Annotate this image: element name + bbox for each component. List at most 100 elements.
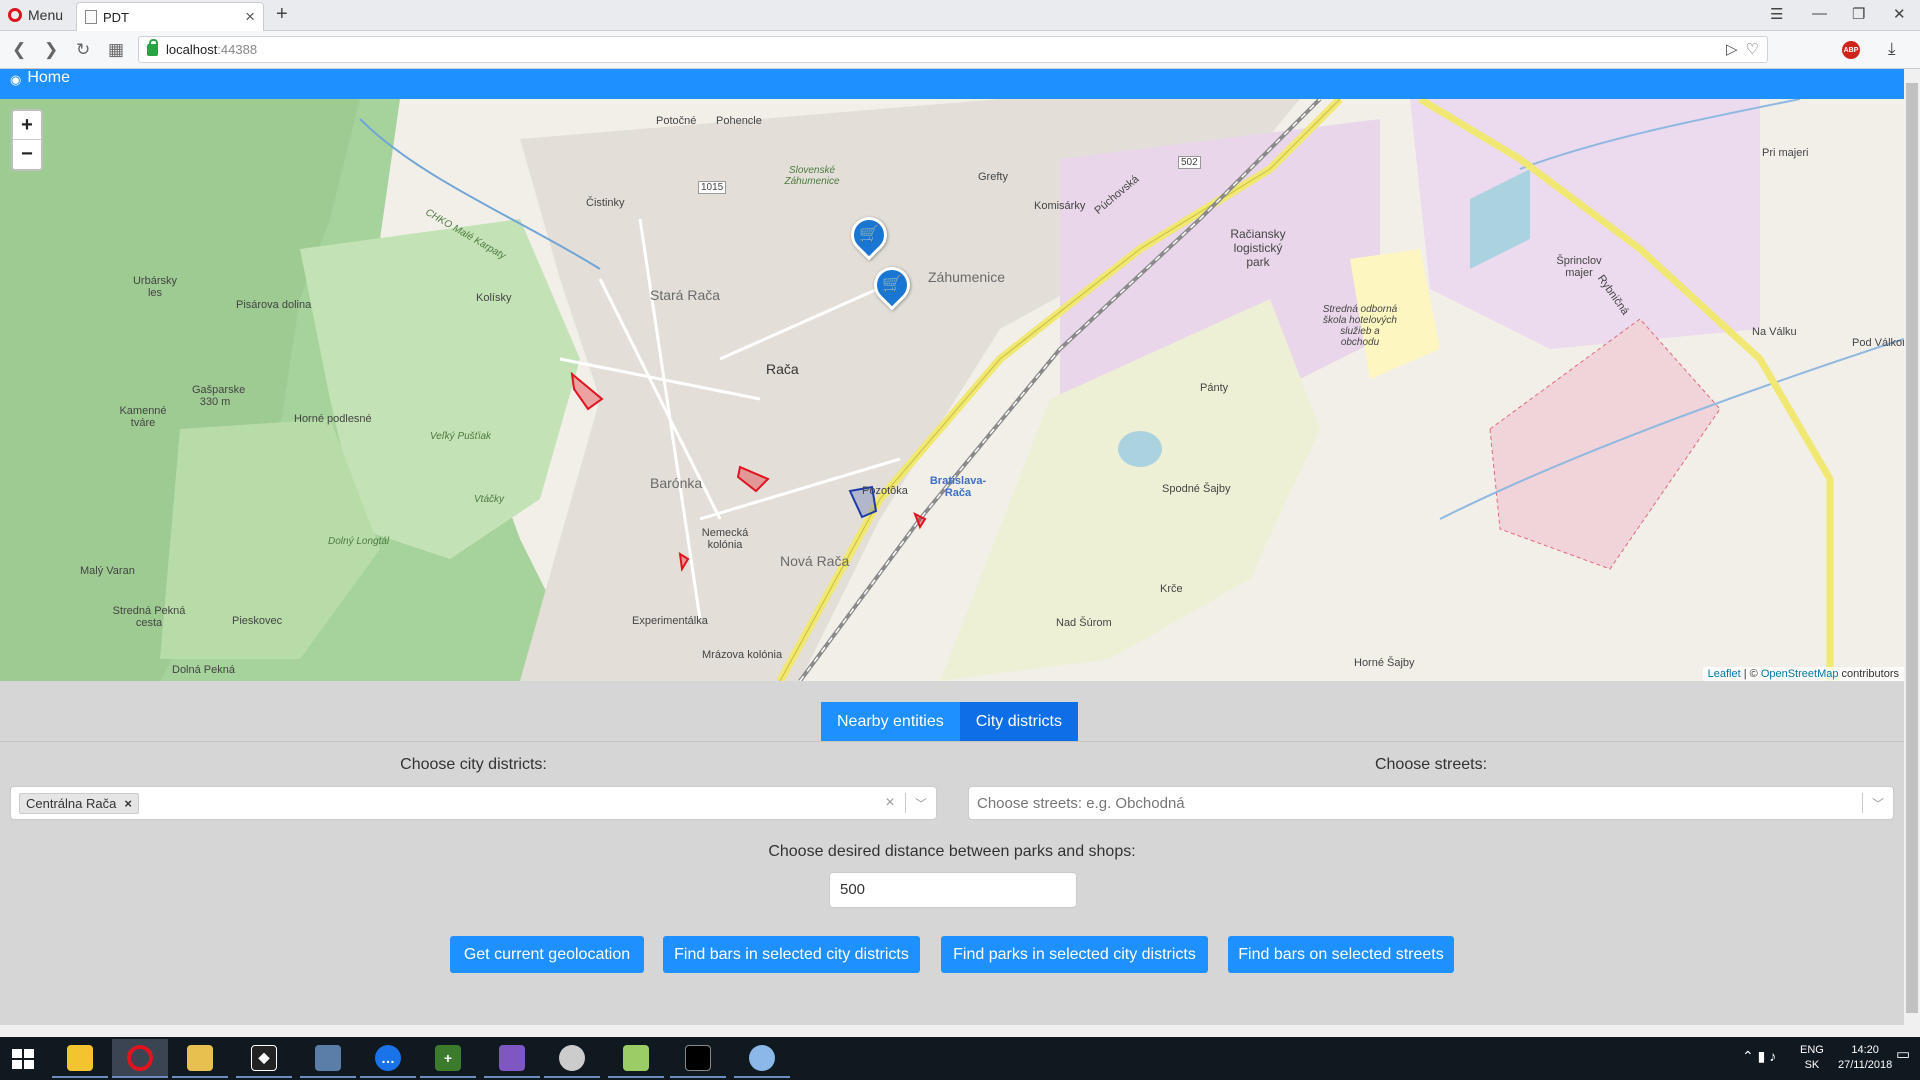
map-label: Potočné — [656, 115, 697, 127]
taskbar-app[interactable]: … — [360, 1039, 416, 1078]
restore-button[interactable]: ❐ — [1852, 5, 1865, 23]
road-number: 502 — [1178, 156, 1201, 169]
taskbar-app[interactable]: + — [420, 1039, 476, 1078]
chip-label: Centrálna Rača — [26, 795, 117, 811]
distance-input[interactable]: 500 — [829, 872, 1077, 908]
tab-nearby-entities[interactable]: Nearby entities — [821, 702, 960, 741]
shopping-cart-icon: 🛒 — [882, 276, 902, 293]
chat-icon: … — [375, 1044, 401, 1071]
clock-date: 27/11/2018 — [1838, 1059, 1893, 1071]
language-code: ENG — [1800, 1044, 1824, 1056]
streets-placeholder: Choose streets: e.g. Obchodná — [977, 794, 1185, 812]
taskbar-app[interactable] — [544, 1039, 600, 1078]
chevron-down-icon[interactable]: ﹀ — [1863, 795, 1893, 812]
bookmark-heart-icon[interactable]: ♡ — [1746, 40, 1759, 58]
map-label: Pisárova dolina — [236, 299, 312, 311]
notifications-icon[interactable]: ▭ — [1896, 1047, 1910, 1062]
leaflet-link[interactable]: Leaflet — [1708, 668, 1741, 680]
taskbar-app[interactable]: ◆ — [236, 1039, 292, 1078]
map-label: Pod Válkom — [1852, 337, 1904, 349]
get-geolocation-button[interactable]: Get current geolocation — [450, 936, 644, 973]
taskbar-app[interactable] — [52, 1039, 108, 1078]
unity-icon: ◆ — [251, 1044, 277, 1071]
osm-link[interactable]: OpenStreetMap — [1761, 668, 1839, 680]
map-tiles — [0, 99, 1904, 681]
chevron-down-icon[interactable]: ﹀ — [906, 795, 936, 812]
map-label: Spodné Šajby — [1162, 483, 1231, 495]
snipping-tool-icon — [559, 1044, 585, 1071]
close-tab-icon[interactable]: × — [245, 7, 255, 27]
clear-selection-icon[interactable]: × — [875, 794, 905, 812]
find-parks-districts-button[interactable]: Find parks in selected city districts — [941, 936, 1208, 973]
map-label: Krče — [1160, 583, 1183, 595]
menu-label: Menu — [28, 7, 64, 23]
taskbar-app[interactable] — [608, 1039, 664, 1078]
close-window-button[interactable]: ✕ — [1893, 5, 1906, 23]
map-label: Stará Rača — [650, 287, 721, 303]
tray-icons[interactable]: ⌃ ▮ ♪ — [1742, 1049, 1776, 1064]
streets-select[interactable]: Choose streets: e.g. Obchodná ﹀ — [968, 786, 1894, 820]
taskbar-app[interactable] — [484, 1039, 540, 1078]
tab-city-districts[interactable]: City districts — [959, 702, 1078, 741]
map-label: Grefty — [978, 171, 1008, 183]
region-code: SK — [1804, 1059, 1820, 1071]
map-label: Mrázova kolónia — [702, 649, 783, 661]
zoom-out-button[interactable]: − — [13, 140, 41, 169]
tab-divider — [0, 741, 1904, 742]
visual-studio-icon — [499, 1044, 525, 1071]
send-icon[interactable]: ▷ — [1726, 40, 1738, 58]
taskbar-app[interactable] — [300, 1039, 356, 1078]
map-label: Nemecká kolónia — [701, 527, 749, 551]
map-label: Barónka — [650, 475, 703, 491]
taskbar-app[interactable] — [172, 1039, 228, 1078]
url-port: :44388 — [217, 42, 258, 57]
dashboard-icon: ◉ — [10, 72, 22, 87]
forward-icon[interactable]: ❯ — [44, 40, 58, 60]
attribution-separator: | © — [1740, 668, 1761, 680]
map-view[interactable]: + − Rača Stará Rača Barónka Nová Rača Zá… — [0, 99, 1904, 681]
folder-icon — [67, 1044, 93, 1071]
page-favicon-icon — [85, 10, 97, 24]
tab-menu-icon[interactable]: ☰ — [1770, 5, 1783, 23]
map-label: Bratislava-Rača — [929, 475, 987, 499]
page-scrollbar[interactable] — [1904, 69, 1920, 1037]
speed-dial-icon[interactable]: ▦ — [108, 40, 124, 60]
taskbar-app[interactable] — [734, 1039, 790, 1078]
adblock-icon[interactable]: ABP — [1842, 41, 1860, 59]
map-attribution: Leaflet | © OpenStreetMap contributors — [1702, 667, 1904, 681]
address-toolbar: ❮ ❯ ↻ ▦ localhost:44388 ▷ ♡ ABP ⤓ — [0, 31, 1920, 69]
minimize-button[interactable]: — — [1812, 5, 1827, 22]
map-label: Pánty — [1200, 382, 1229, 394]
districts-select[interactable]: Centrálna Rača × × ﹀ — [10, 786, 937, 820]
map-label: Komisárky — [1034, 200, 1086, 212]
streets-label: Choose streets: — [1374, 756, 1488, 773]
find-bars-streets-button[interactable]: Find bars on selected streets — [1228, 936, 1454, 973]
url-host: localhost — [166, 42, 218, 57]
shopping-cart-icon: 🛒 — [859, 226, 879, 243]
browser-tab[interactable]: PDT × — [76, 2, 264, 31]
taskbar-app[interactable] — [670, 1039, 726, 1078]
windows-start-icon[interactable] — [12, 1049, 34, 1069]
new-tab-button[interactable]: + — [276, 3, 288, 26]
back-icon[interactable]: ❮ — [12, 40, 26, 60]
language-indicator[interactable]: ENG SK — [1800, 1043, 1824, 1073]
map-label: Pieskovec — [232, 615, 283, 627]
map-label: Horné Šajby — [1354, 657, 1415, 669]
find-bars-districts-button[interactable]: Find bars in selected city districts — [663, 936, 920, 973]
scrollbar-thumb[interactable] — [1906, 83, 1918, 1013]
map-label: Stredná Pekná cesta — [112, 605, 186, 629]
clock[interactable]: 14:20 27/11/2018 — [1838, 1043, 1892, 1073]
map-label: Stredná odborná škola hotelových služieb… — [1322, 304, 1398, 348]
opera-menu-button[interactable]: Menu — [8, 7, 63, 23]
distance-label: Choose desired distance between parks an… — [768, 843, 1136, 860]
chip-remove-icon[interactable]: × — [124, 796, 132, 811]
url-field[interactable]: localhost:44388 ▷ ♡ — [138, 36, 1768, 63]
zoom-in-button[interactable]: + — [13, 111, 41, 140]
download-icon[interactable]: ⤓ — [1888, 39, 1896, 59]
reload-icon[interactable]: ↻ — [76, 40, 90, 60]
secure-lock-icon — [147, 38, 158, 56]
taskbar-app[interactable] — [112, 1039, 168, 1078]
home-link[interactable]: Home — [27, 69, 70, 87]
map-label: Pozotôka — [862, 485, 908, 497]
horizontal-scrollbar[interactable] — [0, 1025, 1904, 1037]
